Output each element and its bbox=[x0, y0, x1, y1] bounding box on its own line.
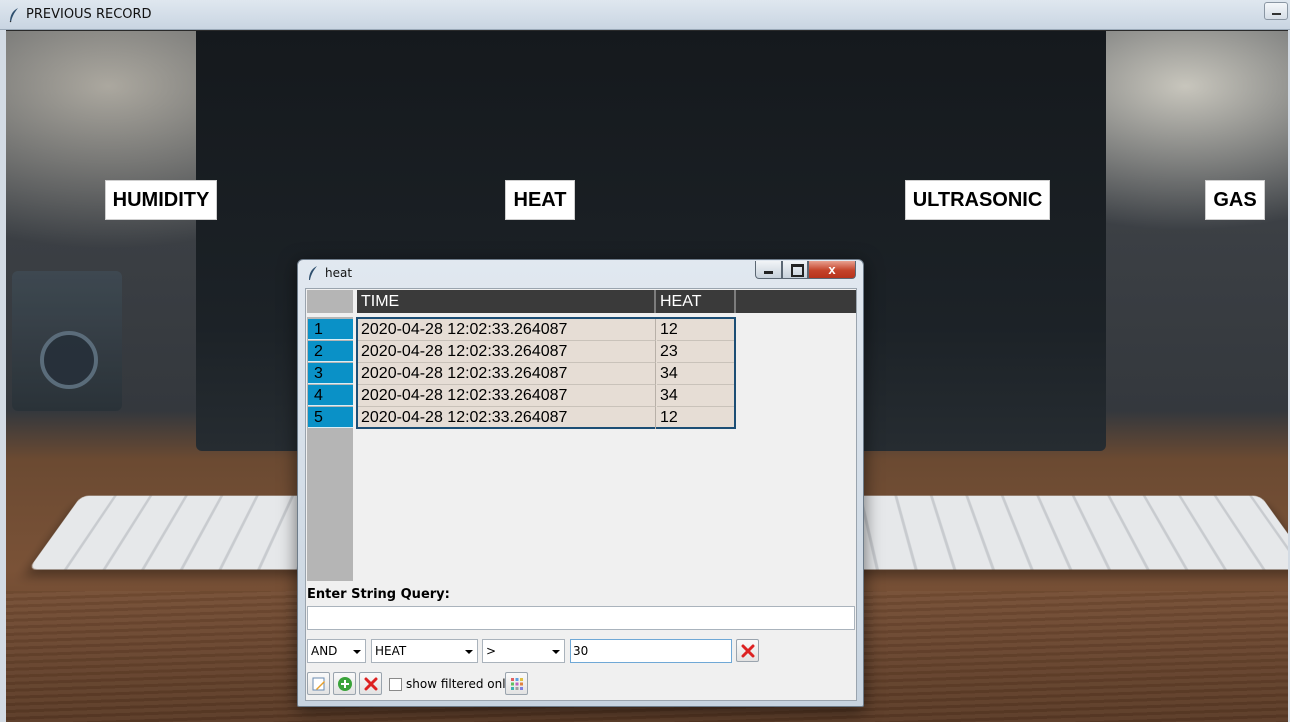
close-icon[interactable]: x bbox=[808, 261, 856, 279]
table-cell-heat[interactable]: 34 bbox=[657, 363, 734, 385]
show-filtered-checkbox[interactable] bbox=[389, 678, 402, 691]
query-label: Enter String Query: bbox=[307, 587, 450, 602]
row-header[interactable]: 4 bbox=[308, 385, 353, 406]
operator-select[interactable]: > bbox=[482, 639, 565, 663]
table-corner[interactable] bbox=[307, 290, 353, 313]
table-cell-time[interactable]: 2020-04-28 12:02:33.264087 bbox=[358, 407, 656, 429]
column-select[interactable]: HEAT bbox=[371, 639, 478, 663]
speaker-shape bbox=[12, 271, 122, 411]
remove-icon bbox=[364, 677, 377, 690]
table-cell-time[interactable]: 2020-04-28 12:02:33.264087 bbox=[358, 385, 656, 407]
row-header[interactable]: 1 bbox=[308, 319, 353, 340]
row-header[interactable]: 3 bbox=[308, 363, 353, 384]
column-header-heat[interactable]: HEAT bbox=[656, 290, 736, 313]
minimize-icon[interactable] bbox=[755, 261, 782, 279]
logic-select-value: AND bbox=[311, 644, 338, 658]
column-select-value: HEAT bbox=[375, 644, 407, 658]
column-header: TIME HEAT bbox=[357, 290, 856, 313]
close-label: x bbox=[828, 262, 836, 277]
color-button[interactable] bbox=[505, 672, 528, 695]
window-title: PREVIOUS RECORD bbox=[26, 7, 152, 22]
table-cell-time[interactable]: 2020-04-28 12:02:33.264087 bbox=[358, 319, 656, 341]
maximize-icon[interactable] bbox=[782, 261, 808, 279]
logic-select[interactable]: AND bbox=[307, 639, 366, 663]
table-body: 2020-04-28 12:02:33.264087 12 2020-04-28… bbox=[356, 317, 856, 581]
operator-select-value: > bbox=[486, 644, 497, 658]
delete-icon bbox=[741, 644, 754, 657]
column-header-time[interactable]: TIME bbox=[357, 290, 656, 313]
table-cell-time[interactable]: 2020-04-28 12:02:33.264087 bbox=[358, 341, 656, 363]
table-cell-heat[interactable]: 34 bbox=[657, 385, 734, 407]
show-filtered-label: show filtered only bbox=[406, 677, 513, 691]
gas-button[interactable]: GAS bbox=[1205, 180, 1265, 220]
add-filter-button[interactable] bbox=[333, 672, 356, 695]
window-titlebar: PREVIOUS RECORD bbox=[0, 0, 1290, 30]
table-cell-heat[interactable]: 12 bbox=[657, 407, 734, 429]
heat-window: heat x TIME HEAT 1 2 3 4 5 2020-04-28 12… bbox=[297, 259, 864, 707]
grid-icon bbox=[510, 677, 523, 690]
query-input[interactable] bbox=[307, 606, 855, 630]
apply-filter-button[interactable] bbox=[307, 672, 330, 695]
table-cell-heat[interactable]: 12 bbox=[657, 319, 734, 341]
minimize-button[interactable] bbox=[1264, 2, 1288, 20]
feather-icon bbox=[9, 8, 18, 23]
table-cell-heat[interactable]: 23 bbox=[657, 341, 734, 363]
row-header[interactable]: 2 bbox=[308, 341, 353, 362]
chevron-down-icon bbox=[353, 650, 361, 654]
row-header-strip: 1 2 3 4 5 bbox=[307, 317, 353, 581]
remove-filter-button[interactable] bbox=[359, 672, 382, 695]
table-selection: 2020-04-28 12:02:33.264087 12 2020-04-28… bbox=[356, 317, 736, 429]
filter-value-input[interactable] bbox=[570, 639, 732, 663]
row-header[interactable]: 5 bbox=[308, 407, 353, 428]
edit-icon bbox=[312, 677, 325, 690]
humidity-button[interactable]: HUMIDITY bbox=[105, 180, 217, 220]
delete-filter-button[interactable] bbox=[736, 639, 759, 662]
feather-icon bbox=[309, 266, 317, 280]
chevron-down-icon bbox=[552, 650, 560, 654]
table-cell-time[interactable]: 2020-04-28 12:02:33.264087 bbox=[358, 363, 656, 385]
heat-window-client: TIME HEAT 1 2 3 4 5 2020-04-28 12:02:33.… bbox=[305, 288, 857, 701]
add-icon bbox=[337, 676, 352, 691]
heat-window-title: heat bbox=[325, 266, 353, 280]
heat-button[interactable]: HEAT bbox=[505, 180, 575, 220]
chevron-down-icon bbox=[465, 650, 473, 654]
ultrasonic-button[interactable]: ULTRASONIC bbox=[905, 180, 1050, 220]
